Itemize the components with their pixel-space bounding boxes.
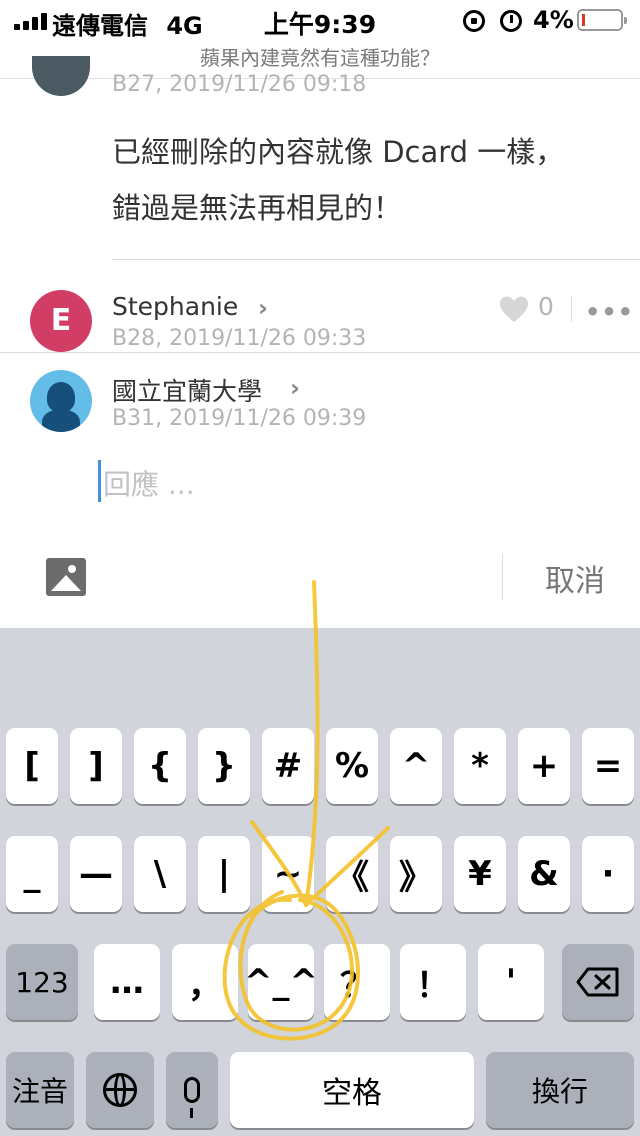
comment-line: 錯過是無法再相見的！ — [112, 191, 403, 225]
microphone-icon — [184, 1077, 200, 1118]
key[interactable]: ¥ — [454, 836, 506, 912]
key[interactable]: ？ — [324, 944, 390, 1020]
key[interactable]: = — [582, 728, 634, 804]
comment-meta: B28, 2019/11/26 09:33 — [112, 326, 367, 351]
key[interactable]: ' — [478, 944, 544, 1020]
text-cursor — [98, 460, 101, 502]
battery-percent: 4% — [533, 6, 574, 34]
microphone-key[interactable] — [166, 1052, 218, 1128]
divider — [571, 296, 572, 322]
key[interactable]: \ — [134, 836, 186, 912]
reply-meta: B31, 2019/11/26 09:39 — [112, 406, 367, 431]
page-title: 蘋果內建竟然有這種功能？ — [200, 46, 440, 70]
chevron-right-icon: › — [290, 374, 300, 402]
key[interactable]: ！ — [400, 944, 466, 1020]
backspace-icon — [576, 967, 619, 997]
reply-author-name[interactable]: 國立宜蘭大學 — [112, 372, 262, 408]
key[interactable]: ^ — [390, 728, 442, 804]
avatar[interactable] — [30, 370, 92, 432]
key[interactable]: + — [518, 728, 570, 804]
globe-key[interactable] — [86, 1052, 154, 1128]
heart-icon[interactable] — [499, 295, 529, 323]
image-icon[interactable] — [46, 558, 86, 596]
key[interactable]: ^_^ — [244, 944, 318, 1020]
key[interactable]: [ — [6, 728, 58, 804]
reply-divider — [0, 352, 640, 353]
key[interactable]: & — [518, 836, 570, 912]
key[interactable]: _ — [6, 836, 58, 912]
like-count: 0 — [538, 292, 554, 321]
key[interactable]: ] — [70, 728, 122, 804]
reply-input[interactable] — [103, 466, 583, 502]
space-key[interactable]: 空格 — [230, 1052, 474, 1128]
globe-icon — [103, 1073, 137, 1107]
key[interactable]: { — [134, 728, 186, 804]
backspace-key[interactable] — [562, 944, 634, 1020]
status-bar: 遠傳電信 4G 上午9:39 4% — [0, 0, 640, 40]
rotation-lock-icon — [463, 10, 485, 32]
key[interactable]: — — [70, 836, 122, 912]
alarm-icon — [500, 10, 522, 32]
key[interactable]: 《 — [326, 836, 378, 912]
key[interactable]: ~ — [262, 836, 314, 912]
comment-meta: B27, 2019/11/26 09:18 — [112, 72, 367, 97]
avatar[interactable] — [32, 56, 90, 96]
key[interactable]: * — [454, 728, 506, 804]
key[interactable]: … — [94, 944, 160, 1020]
return-key[interactable]: 換行 — [486, 1052, 634, 1128]
key[interactable]: % — [326, 728, 378, 804]
cancel-button[interactable]: 取消 — [520, 556, 630, 600]
key[interactable]: 》 — [390, 836, 442, 912]
more-options-icon[interactable]: ••• — [585, 298, 634, 326]
key[interactable]: | — [198, 836, 250, 912]
author-name[interactable]: Stephanie — [112, 292, 238, 321]
key[interactable]: } — [198, 728, 250, 804]
chevron-right-icon: › — [258, 294, 268, 322]
divider — [502, 554, 503, 600]
comment-text: 已經刪除的內容就像 Dcard 一樣， 錯過是無法再相見的！ — [112, 124, 564, 236]
avatar[interactable]: E — [30, 290, 92, 352]
battery-icon — [577, 9, 627, 31]
keyboard: [ ] { } # % ^ * + = _ — \ | ~ 《 》 ¥ & · … — [0, 628, 640, 1136]
zhuyin-key[interactable]: 注音 — [6, 1052, 74, 1128]
comment-line: 已經刪除的內容就像 Dcard 一樣， — [112, 135, 565, 169]
key[interactable]: # — [262, 728, 314, 804]
key[interactable]: ， — [172, 944, 238, 1020]
key[interactable]: · — [582, 836, 634, 912]
row-divider — [112, 259, 640, 260]
numbers-key[interactable]: 123 — [6, 944, 78, 1020]
